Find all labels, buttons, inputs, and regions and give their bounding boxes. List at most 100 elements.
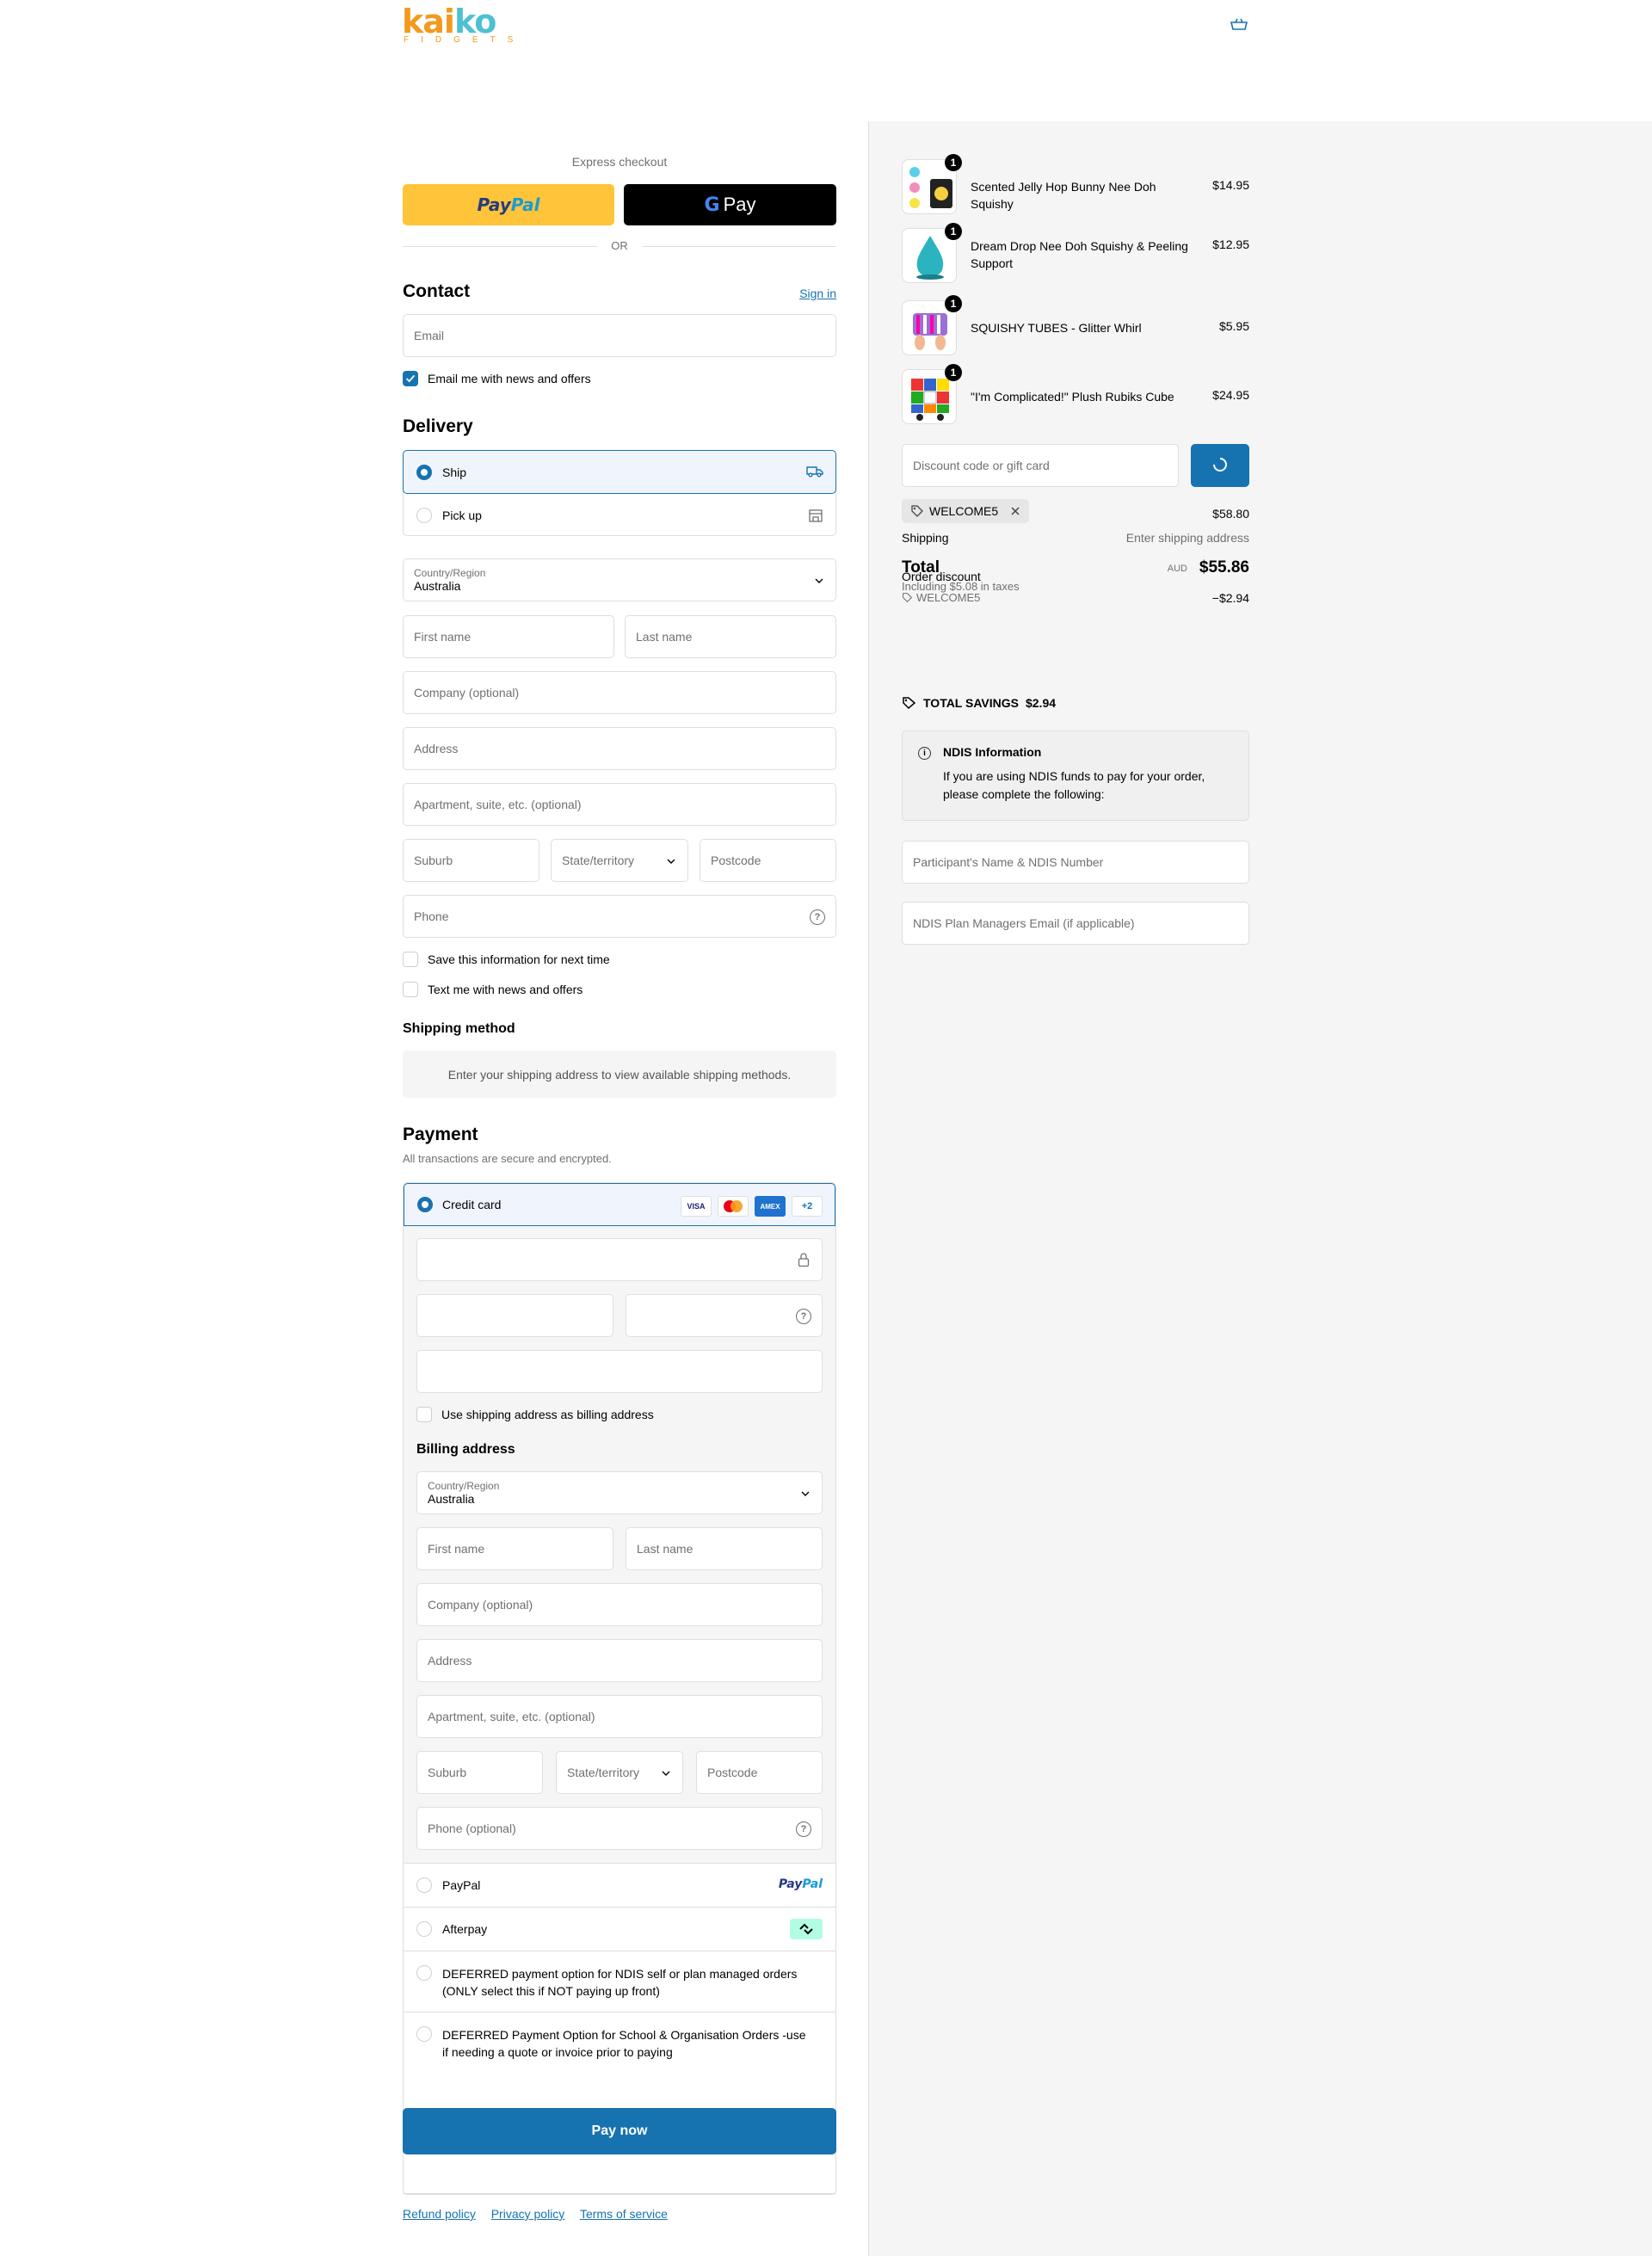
save-info-checkbox[interactable] (403, 952, 418, 967)
applied-discount-chip: WELCOME5 (902, 499, 1030, 523)
apply-discount-button[interactable] (1191, 444, 1249, 487)
last-name-field[interactable]: Last name (625, 615, 836, 658)
item-name: Dream Drop Nee Doh Squishy & Peeling Sup… (971, 239, 1188, 270)
deferred-ndis-label: DEFERRED payment option for NDIS self or… (442, 1967, 798, 1998)
ship-label: Ship (442, 465, 467, 479)
credit-card-form: ? Use shipping address as billing addres… (404, 1226, 835, 1863)
country-select[interactable]: Country/Region Australia (403, 558, 836, 601)
billing-state-placeholder: State/territory (567, 1766, 640, 1779)
pickup-radio[interactable] (416, 508, 432, 523)
item-price: $5.95 (1218, 319, 1249, 333)
terms-of-service-link[interactable]: Terms of service (580, 2207, 668, 2221)
card-cvv-field[interactable]: ? (626, 1294, 823, 1337)
paypal-logo-text: Pal (510, 194, 540, 215)
billing-address-field[interactable]: Address (416, 1639, 823, 1682)
postcode-placeholder: Postcode (711, 854, 761, 867)
apartment-placeholder: Apartment, suite, etc. (optional) (414, 798, 582, 811)
save-info-label: Save this information for next time (428, 952, 610, 966)
billing-last-name-field[interactable]: Last name (626, 1527, 823, 1570)
kaiko-fidgets-logo[interactable]: kaiko FIDGETS (402, 5, 577, 46)
shipping-value: Enter shipping address (1125, 531, 1249, 545)
payment-option-deferred-school[interactable]: DEFERRED Payment Option for School & Org… (404, 2013, 835, 2074)
suburb-field[interactable]: Suburb (403, 839, 539, 882)
billing-country-select[interactable]: Country/Region Australia (416, 1471, 823, 1514)
pickup-label: Pick up (442, 509, 482, 522)
ship-radio[interactable] (416, 464, 432, 480)
afterpay-radio[interactable] (416, 1921, 432, 1937)
postcode-field[interactable]: Postcode (700, 839, 836, 882)
deferred-school-radio[interactable] (416, 2026, 432, 2042)
item-name: "I'm Complicated!" Plush Rubiks Cube (971, 390, 1174, 404)
email-placeholder: Email (414, 329, 445, 342)
payment-option-paypal[interactable]: PayPal PayPal (404, 1864, 835, 1907)
card-expiry-field[interactable] (416, 1294, 613, 1337)
delivery-method-group: Ship Pick up (403, 450, 836, 536)
last-name-placeholder: Last name (636, 630, 693, 644)
refund-policy-link[interactable]: Refund policy (403, 2207, 476, 2221)
payment-option-afterpay[interactable]: Afterpay (404, 1908, 835, 1951)
ndis-email-field[interactable]: NDIS Plan Managers Email (if applicable) (902, 902, 1249, 945)
billing-address-placeholder: Address (428, 1654, 472, 1667)
privacy-policy-link[interactable]: Privacy policy (491, 2207, 565, 2221)
delivery-option-pickup[interactable]: Pick up (404, 494, 835, 537)
billing-company-field[interactable]: Company (optional) (416, 1583, 823, 1626)
billing-apartment-field[interactable]: Apartment, suite, etc. (optional) (416, 1695, 823, 1738)
shipping-label: Shipping (902, 531, 949, 545)
billing-postcode-field[interactable]: Postcode (696, 1751, 823, 1794)
paypal-logo-text: Pay (477, 194, 511, 215)
visa-icon: VISA (681, 1196, 712, 1217)
ndis-text: If you are using NDIS funds to pay for y… (943, 769, 1205, 801)
billing-suburb-field[interactable]: Suburb (416, 1751, 543, 1794)
contact-heading: Contact (403, 281, 471, 301)
phone-field[interactable]: Phone ? (403, 895, 836, 938)
credit-card-radio[interactable] (417, 1197, 433, 1212)
quantity-badge: 1 (945, 364, 962, 381)
payment-option-credit-card[interactable]: Credit card VISA AMEX +2 (404, 1183, 835, 1226)
use-shipping-checkbox[interactable] (416, 1407, 432, 1422)
google-pay-button[interactable]: G Pay (624, 184, 836, 225)
card-number-field[interactable] (416, 1238, 823, 1281)
google-g-icon: G (704, 194, 720, 216)
card-name-field[interactable] (416, 1350, 823, 1393)
help-icon[interactable]: ? (796, 1821, 811, 1837)
billing-phone-field[interactable]: Phone (optional) ? (416, 1807, 823, 1850)
sign-in-link[interactable]: Sign in (799, 287, 836, 300)
help-icon[interactable]: ? (796, 1309, 811, 1324)
cart-icon[interactable] (1229, 17, 1249, 33)
billing-first-name-field[interactable]: First name (416, 1527, 613, 1570)
news-checkbox[interactable] (403, 371, 418, 386)
mastercard-icon (718, 1196, 749, 1217)
state-select[interactable]: State/territory (551, 839, 688, 882)
first-name-field[interactable]: First name (403, 615, 614, 658)
item-price: $14.95 (1212, 178, 1249, 192)
billing-state-select[interactable]: State/territory (556, 1751, 683, 1794)
email-field[interactable]: Email (403, 314, 836, 357)
billing-postcode-placeholder: Postcode (707, 1766, 758, 1779)
text-me-checkbox[interactable] (403, 982, 418, 997)
company-field[interactable]: Company (optional) (403, 671, 836, 714)
billing-country-value: Australia (428, 1492, 475, 1506)
paypal-logo: PayPal (778, 1877, 823, 1891)
total-value: $55.86 (1199, 558, 1249, 576)
deferred-ndis-radio[interactable] (416, 1965, 432, 1981)
ndis-name-field[interactable]: Participant's Name & NDIS Number (902, 841, 1249, 884)
chevron-down-icon (667, 859, 675, 864)
ndis-title: NDIS Information (943, 745, 1042, 759)
help-icon[interactable]: ? (810, 909, 825, 925)
pay-now-button[interactable]: Pay now (403, 2108, 836, 2154)
shipping-method-heading: Shipping method (403, 1021, 515, 1036)
address-field[interactable]: Address (403, 727, 836, 770)
chevron-down-icon (801, 1491, 810, 1496)
paypal-radio[interactable] (416, 1877, 432, 1893)
remove-discount-icon[interactable] (1010, 506, 1020, 516)
apartment-field[interactable]: Apartment, suite, etc. (optional) (403, 783, 836, 826)
discount-code-input[interactable]: Discount code or gift card (902, 444, 1179, 487)
paypal-express-button[interactable]: Pay Pal (403, 184, 614, 225)
delivery-option-ship[interactable]: Ship (403, 450, 836, 494)
cart-item: 1 Scented Jelly Hop Bunny Nee Doh Squish… (902, 154, 1249, 216)
quantity-badge: 1 (945, 295, 962, 312)
truck-icon (806, 466, 823, 478)
tag-icon (911, 505, 923, 517)
amex-icon: AMEX (755, 1196, 786, 1217)
payment-option-deferred-ndis[interactable]: DEFERRED payment option for NDIS self or… (404, 1951, 835, 2012)
